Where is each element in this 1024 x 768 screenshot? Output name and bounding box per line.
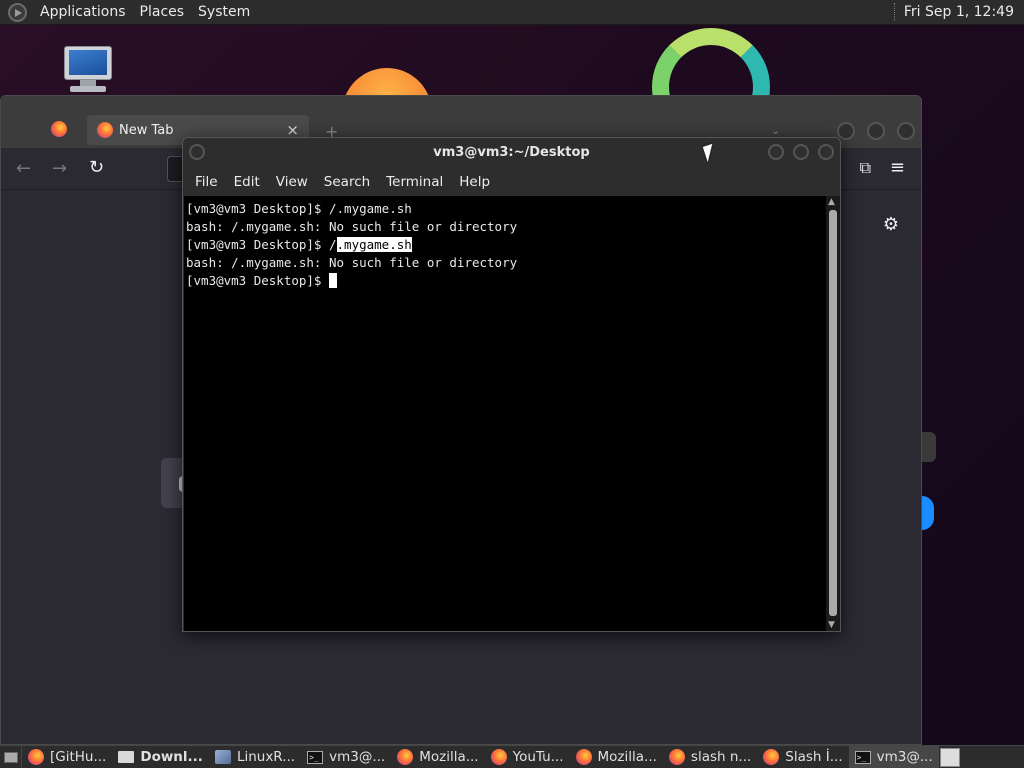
panel-separator xyxy=(893,3,896,21)
hamburger-menu-icon[interactable]: ≡ xyxy=(890,157,905,178)
taskbar-item[interactable]: YouTu... xyxy=(485,746,570,768)
tool-icon xyxy=(214,750,231,764)
window-edge-button xyxy=(922,432,936,462)
taskbar-item[interactable]: [GitHu... xyxy=(22,746,112,768)
firefox-icon xyxy=(397,749,414,765)
desktop-icon xyxy=(3,751,18,763)
terminal-line: bash: /.mygame.sh: No such file or direc… xyxy=(186,255,518,270)
taskbar-item[interactable]: Mozilla... xyxy=(391,746,484,768)
menu-help[interactable]: Help xyxy=(451,174,498,190)
firefox-icon xyxy=(51,121,67,137)
firefox-icon xyxy=(668,749,685,765)
menu-search[interactable]: Search xyxy=(316,174,378,190)
minimize-button[interactable] xyxy=(837,122,855,140)
taskbar-item[interactable]: slash n... xyxy=(663,746,757,768)
show-desktop-button[interactable] xyxy=(0,746,22,768)
extensions-icon[interactable]: ⧉ xyxy=(860,158,871,178)
terminal-icon: >_ xyxy=(854,750,871,764)
maximize-button[interactable] xyxy=(867,122,885,140)
tab-list-chevron-icon[interactable]: ⌄ xyxy=(771,124,780,137)
terminal-menubar: File Edit View Search Terminal Help xyxy=(183,168,840,196)
taskbar-item-label: Downl... xyxy=(140,749,203,765)
firefox-icon xyxy=(28,749,44,765)
scroll-up-arrow-icon[interactable]: ▲ xyxy=(828,197,835,207)
menu-edit[interactable]: Edit xyxy=(226,174,268,190)
terminal-line: [vm3@vm3 Desktop]$ /.mygame.sh xyxy=(186,201,412,216)
top-panel-right: Fri Sep 1, 12:49 xyxy=(893,0,1024,24)
prompt-text: [vm3@vm3 Desktop]$ xyxy=(186,273,329,288)
folder-icon xyxy=(118,751,135,763)
forward-arrow-icon[interactable]: → xyxy=(52,158,67,179)
scroll-down-arrow-icon[interactable]: ▼ xyxy=(828,620,835,630)
taskbar-item-label: YouTu... xyxy=(512,749,564,765)
terminal-output[interactable]: [vm3@vm3 Desktop]$ /.mygame.sh bash: /.m… xyxy=(184,196,827,631)
firefox-icon xyxy=(763,749,780,765)
browser-window-controls xyxy=(837,122,915,140)
firefox-icon xyxy=(490,749,507,765)
monitor-base xyxy=(70,86,106,92)
monitor-shape xyxy=(64,46,112,80)
terminal-line: bash: /.mygame.sh: No such file or direc… xyxy=(186,219,518,234)
maximize-button[interactable] xyxy=(793,144,809,160)
tab-title: New Tab xyxy=(119,122,174,138)
taskbar-item-label: Mozilla... xyxy=(419,749,479,765)
menu-view[interactable]: View xyxy=(268,174,316,190)
menu-system[interactable]: System xyxy=(191,4,257,20)
gear-icon[interactable]: ⚙ xyxy=(883,214,899,235)
taskbar-item-label: LinuxR... xyxy=(236,749,296,765)
terminal-title: vm3@vm3:~/Desktop xyxy=(433,145,590,160)
taskbar-item-label: Mozilla... xyxy=(597,749,657,765)
taskbar-item[interactable]: Slash İ... xyxy=(757,746,848,768)
top-panel: Applications Places System Fri Sep 1, 12… xyxy=(0,0,1024,25)
terminal-window: vm3@vm3:~/Desktop File Edit View Search … xyxy=(182,137,841,632)
firefox-icon xyxy=(575,749,592,765)
back-arrow-icon[interactable]: ← xyxy=(16,158,31,179)
taskbar-item-active[interactable]: >_ vm3@... xyxy=(848,746,939,768)
close-button[interactable] xyxy=(897,122,915,140)
taskbar-item[interactable]: Downl... xyxy=(112,746,209,768)
computer-desktop-icon[interactable] xyxy=(62,46,114,94)
close-button[interactable] xyxy=(818,144,834,160)
selected-text: .mygame.sh xyxy=(336,237,412,252)
terminal-line: [vm3@vm3 Desktop]$ /.mygame.sh xyxy=(186,236,825,254)
terminal-scrollbar[interactable]: ▲ ▼ xyxy=(826,196,840,631)
menu-applications[interactable]: Applications xyxy=(33,4,133,20)
firefox-icon xyxy=(97,122,113,138)
taskbar-item[interactable]: LinuxR... xyxy=(209,746,301,768)
menu-places[interactable]: Places xyxy=(133,4,192,20)
taskbar-item-label: Slash İ... xyxy=(785,749,843,765)
taskbar-item-label: slash n... xyxy=(690,749,752,765)
taskbar-item[interactable]: >_ vm3@... xyxy=(301,746,391,768)
minimize-button[interactable] xyxy=(768,144,784,160)
terminal-line: [vm3@vm3 Desktop]$ xyxy=(186,272,825,290)
terminal-window-controls xyxy=(768,144,834,160)
prompt-text: [vm3@vm3 Desktop]$ / xyxy=(186,237,337,252)
terminal-icon: >_ xyxy=(307,750,324,764)
terminal-titlebar[interactable]: vm3@vm3:~/Desktop xyxy=(183,138,840,168)
distro-logo-icon[interactable] xyxy=(8,2,27,22)
taskbar-item[interactable]: Mozilla... xyxy=(570,746,663,768)
menu-terminal[interactable]: Terminal xyxy=(378,174,451,190)
menu-file[interactable]: File xyxy=(187,174,226,190)
reload-icon[interactable]: ↻ xyxy=(89,157,104,178)
clock[interactable]: Fri Sep 1, 12:49 xyxy=(904,4,1024,20)
taskbar-item-label: vm3@... xyxy=(329,749,386,765)
scrollbar-thumb[interactable] xyxy=(829,210,837,616)
taskbar-item-label: vm3@... xyxy=(876,749,933,765)
bottom-taskbar: [GitHu... Downl... LinuxR... >_ vm3@... M… xyxy=(0,745,1024,768)
taskbar-item-label: [GitHu... xyxy=(50,749,107,765)
pinned-tab[interactable] xyxy=(51,121,71,141)
text-cursor xyxy=(329,273,337,288)
workspace-switcher[interactable] xyxy=(940,747,960,767)
blue-edge-shape xyxy=(922,496,934,530)
